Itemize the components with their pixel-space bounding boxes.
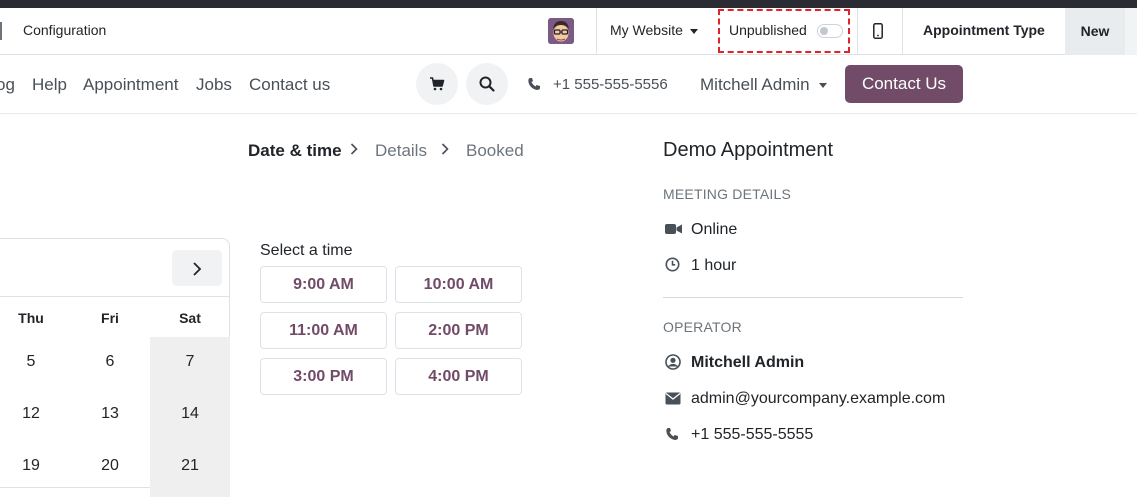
user-circle-icon — [665, 354, 681, 370]
calendar-day[interactable]: 6 — [90, 353, 130, 371]
envelope-icon — [665, 392, 681, 405]
separator — [902, 8, 903, 55]
time-slot-button[interactable]: 2:00 PM — [395, 312, 522, 349]
step-details: Details — [375, 141, 427, 160]
separator — [596, 8, 597, 55]
nav-link-jobs[interactable]: Jobs — [196, 75, 232, 95]
cart-icon — [430, 77, 445, 91]
website-navbar: og Help Appointment Jobs Contact us +1 5… — [0, 56, 1137, 114]
website-label: My Website — [610, 22, 683, 38]
next-month-button[interactable] — [172, 250, 222, 286]
operator-phone[interactable]: +1 555-555-5555 — [691, 426, 813, 444]
select-time-label: Select a time — [260, 242, 353, 259]
time-slot-button[interactable]: 4:00 PM — [395, 358, 522, 395]
cart-button[interactable] — [416, 63, 458, 105]
phone-icon — [528, 78, 540, 90]
separator — [857, 8, 858, 55]
nav-link-contact[interactable]: Contact us — [249, 75, 330, 95]
meeting-location: Online — [691, 221, 738, 238]
publish-toggle[interactable] — [817, 24, 843, 38]
nav-link-appointment[interactable]: Appointment — [83, 75, 178, 95]
section-divider — [663, 297, 963, 298]
website-switcher[interactable]: My Website — [610, 22, 698, 38]
user-avatar-icon[interactable] — [548, 18, 574, 44]
nav-link-help[interactable]: Help — [32, 75, 67, 95]
operator-email[interactable]: admin@yourcompany.example.com — [691, 390, 945, 408]
operator-name: Mitchell Admin — [691, 354, 805, 371]
meeting-duration: 1 hour — [691, 257, 737, 274]
toggle-knob — [820, 27, 828, 35]
search-icon — [479, 76, 495, 92]
search-button[interactable] — [466, 63, 508, 105]
time-slot-button[interactable]: 9:00 AM — [260, 266, 387, 303]
user-menu[interactable]: Mitchell Admin — [700, 75, 827, 95]
appointment-type-button[interactable]: Appointment Type — [923, 22, 1045, 38]
operator-heading: OPERATOR — [663, 319, 742, 335]
mobile-preview-icon[interactable] — [873, 23, 883, 39]
weekday-fri: Fri — [101, 310, 119, 326]
phone-number[interactable]: +1 555-555-5556 — [553, 76, 668, 93]
calendar-day[interactable]: 20 — [90, 457, 130, 475]
new-button[interactable]: New — [1065, 8, 1125, 55]
meeting-details-heading: MEETING DETAILS — [663, 186, 791, 202]
calendar-header-divider — [0, 296, 229, 297]
calendar: Thu Fri Sat 5 6 7 12 13 14 19 20 21 — [0, 238, 230, 497]
chevron-down-icon — [689, 28, 698, 34]
admin-bar: Configuration My Website Unpublished App… — [0, 8, 1137, 55]
video-camera-icon — [665, 224, 682, 234]
calendar-day[interactable]: 14 — [170, 405, 210, 423]
calendar-day[interactable]: 21 — [170, 457, 210, 475]
calendar-day[interactable]: 5 — [11, 353, 51, 371]
user-name: Mitchell Admin — [700, 75, 810, 94]
time-slot-button[interactable]: 3:00 PM — [260, 358, 387, 395]
configuration-menu[interactable]: Configuration — [23, 22, 106, 38]
nav-link-blog[interactable]: og — [0, 75, 15, 95]
weekday-thu: Thu — [18, 310, 44, 326]
chevron-right-icon — [193, 262, 202, 276]
calendar-day[interactable]: 7 — [170, 353, 210, 371]
calendar-day[interactable]: 12 — [11, 405, 51, 423]
top-strip — [0, 0, 1137, 8]
weekday-sat: Sat — [179, 310, 201, 326]
chevron-down-icon — [818, 83, 827, 89]
phone-icon — [666, 428, 678, 440]
menu-edge — [0, 22, 2, 40]
publish-label: Unpublished — [729, 22, 807, 38]
clock-icon — [665, 257, 680, 272]
contact-us-button[interactable]: Contact Us — [845, 65, 963, 103]
chevron-right-icon — [441, 143, 449, 155]
appointment-title: Demo Appointment — [663, 139, 834, 161]
calendar-day[interactable]: 19 — [11, 457, 51, 475]
time-slot-button[interactable]: 11:00 AM — [260, 312, 387, 349]
right-edge — [1125, 8, 1137, 55]
calendar-day[interactable]: 13 — [90, 405, 130, 423]
step-date-time: Date & time — [248, 141, 342, 160]
step-booked: Booked — [466, 141, 524, 160]
chevron-right-icon — [350, 143, 358, 155]
time-slot-button[interactable]: 10:00 AM — [395, 266, 522, 303]
